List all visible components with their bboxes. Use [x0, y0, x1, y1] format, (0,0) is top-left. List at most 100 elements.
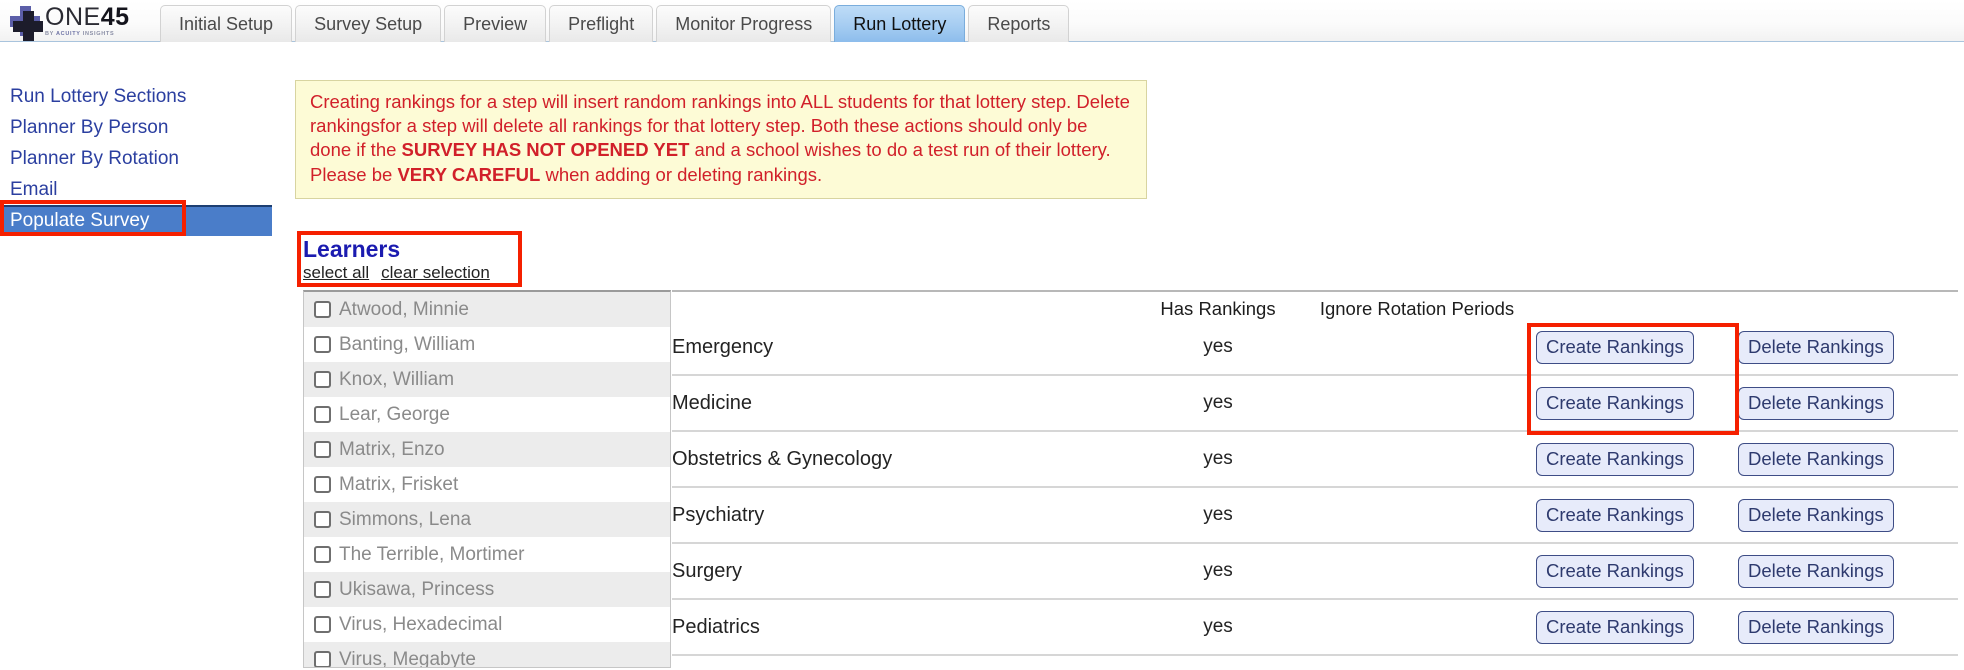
sidebar-item-planner-by-person[interactable]: Planner By Person [0, 112, 272, 143]
learner-row[interactable]: Virus, Hexadecimal [304, 607, 670, 642]
rotation-row: Obstetrics & Gynecology yes Create Ranking… [672, 432, 1958, 488]
rotation-name: Pediatrics [672, 615, 760, 638]
tagline-mid: ACUITY [55, 30, 83, 37]
rotation-name: Psychiatry [672, 503, 765, 526]
sidebar-item-populate-survey[interactable]: Populate Survey [0, 205, 272, 236]
learner-row[interactable]: Simmons, Lena [304, 502, 670, 537]
learner-checkbox[interactable] [314, 581, 331, 598]
rotation-row: Psychiatry yes Create Rankings Delete Ranki… [672, 488, 1958, 544]
one45-logo[interactable]: ONE45 BY ACUITY INSIGHTS [8, 2, 158, 41]
create-rankings-button[interactable]: Create Rankings [1536, 386, 1694, 420]
create-rankings-cell: Create Rankings [1536, 554, 1738, 588]
tagline-prefix: BY [45, 30, 56, 37]
create-rankings-button[interactable]: Create Rankings [1536, 498, 1694, 532]
logo-word-bold: 45 [100, 2, 130, 31]
learner-row[interactable]: Lear, George [304, 397, 670, 432]
create-rankings-button[interactable]: Create Rankings [1536, 442, 1694, 476]
learner-row[interactable]: Banting, William [304, 327, 670, 362]
cross-logo-icon [8, 4, 43, 41]
learner-name: Knox, William [339, 368, 455, 390]
warning-banner: Creating rankings for a step will insert… [295, 80, 1147, 199]
tab-run-lottery[interactable]: Run Lottery [834, 5, 966, 42]
learner-checkbox[interactable] [314, 651, 331, 667]
learner-checkbox[interactable] [314, 301, 331, 318]
learners-panel: Learners select all clear selection Atwoo… [303, 236, 673, 668]
delete-rankings-button[interactable]: Delete Rankings [1738, 386, 1894, 420]
warning-text-part-3: when adding or deleting rankings. [540, 163, 823, 185]
rotations-table-header: Has Rankings Ignore Rotation Periods [672, 290, 1958, 320]
rotation-name: Obstetrics & Gynecology [672, 447, 893, 470]
sidebar-item-email[interactable]: Email [0, 174, 272, 205]
delete-rankings-cell: Delete Rankings [1738, 554, 1948, 588]
learner-row[interactable]: Ukisawa, Princess [304, 572, 670, 607]
delete-rankings-button[interactable]: Delete Rankings [1738, 442, 1894, 476]
create-rankings-cell: Create Rankings [1536, 442, 1738, 476]
rotation-has-rankings: yes [1203, 504, 1233, 525]
learner-name: Banting, William [339, 333, 476, 355]
tab-preflight[interactable]: Preflight [549, 5, 654, 42]
logo-word-light: ONE [45, 2, 101, 31]
rotation-has-rankings: yes [1203, 448, 1233, 469]
warning-emphasis-survey-not-opened: SURVEY HAS NOT OPENED YET [401, 139, 690, 161]
learner-row[interactable]: Virus, Megabyte [304, 642, 670, 668]
learner-checkbox[interactable] [314, 546, 331, 563]
tab-monitor-progress[interactable]: Monitor Progress [656, 5, 832, 42]
clear-selection-link[interactable]: clear selection [381, 263, 490, 282]
tab-survey-setup[interactable]: Survey Setup [295, 5, 442, 42]
learner-checkbox[interactable] [314, 476, 331, 493]
delete-rankings-button[interactable]: Delete Rankings [1738, 498, 1894, 532]
learner-checkbox[interactable] [314, 406, 331, 423]
learner-name: Matrix, Frisket [339, 473, 459, 495]
tab-reports[interactable]: Reports [968, 5, 1070, 42]
learner-row[interactable]: The Terrible, Mortimer [304, 537, 670, 572]
rotation-name: Surgery [672, 559, 743, 582]
create-rankings-button[interactable]: Create Rankings [1536, 330, 1694, 364]
learner-checkbox[interactable] [314, 616, 331, 633]
create-rankings-cell: Create Rankings [1536, 610, 1738, 644]
select-all-link[interactable]: select all [303, 263, 369, 282]
learner-row[interactable]: Matrix, Enzo [304, 432, 670, 467]
learner-checkbox[interactable] [314, 441, 331, 458]
sidebar-item-planner-by-rotation[interactable]: Planner By Rotation [0, 143, 272, 174]
tab-preview[interactable]: Preview [444, 5, 547, 42]
main-tab-bar: Initial Setup Survey Setup Preview Prefligh… [160, 3, 1070, 42]
learner-row[interactable]: Matrix, Frisket [304, 467, 670, 502]
rotation-row: Pediatrics yes Create Rankings Delete Ranki… [672, 600, 1958, 656]
learner-checkbox[interactable] [314, 511, 331, 528]
delete-rankings-button[interactable]: Delete Rankings [1738, 554, 1894, 588]
sidebar-item-run-lottery-sections[interactable]: Run Lottery Sections [0, 81, 272, 112]
delete-rankings-button[interactable]: Delete Rankings [1738, 610, 1894, 644]
sidebar-nav: Run Lottery Sections Planner By Person Pla… [0, 43, 272, 236]
rotation-name: Emergency [672, 335, 774, 358]
delete-rankings-cell: Delete Rankings [1738, 610, 1948, 644]
logo-tagline: BY ACUITY INSIGHTS [45, 30, 130, 38]
delete-rankings-cell: Delete Rankings [1738, 330, 1948, 364]
learner-row[interactable]: Knox, William [304, 362, 670, 397]
create-rankings-button[interactable]: Create Rankings [1536, 554, 1694, 588]
tab-initial-setup[interactable]: Initial Setup [160, 5, 293, 42]
learner-checkbox[interactable] [314, 336, 331, 353]
learner-name: Virus, Megabyte [339, 648, 476, 668]
learner-name: Atwood, Minnie [339, 298, 469, 320]
rotation-row: Medicine yes Create Rankings Delete Ranking… [672, 376, 1958, 432]
learner-name: Simmons, Lena [339, 508, 472, 530]
rotation-has-rankings: yes [1203, 616, 1233, 637]
learners-actions: select all clear selection [303, 263, 673, 283]
delete-rankings-button[interactable]: Delete Rankings [1738, 330, 1894, 364]
header-has-rankings: Has Rankings [1160, 298, 1276, 319]
learner-name: Ukisawa, Princess [339, 578, 495, 600]
learner-checkbox[interactable] [314, 371, 331, 388]
rotation-row: Surgery yes Create Rankings Delete Rankings [672, 544, 1958, 600]
top-bar: ONE45 BY ACUITY INSIGHTS Initial Setup Su… [0, 0, 1964, 42]
header-ignore-rotation-periods: Ignore Rotation Periods [1319, 298, 1515, 319]
learner-name: The Terrible, Mortimer [339, 543, 525, 565]
create-rankings-button[interactable]: Create Rankings [1536, 610, 1694, 644]
learners-heading: Learners [303, 236, 401, 262]
delete-rankings-cell: Delete Rankings [1738, 498, 1948, 532]
learner-row[interactable]: Atwood, Minnie [304, 292, 670, 327]
learners-list[interactable]: Atwood, Minnie Banting, William Knox, Will… [303, 290, 671, 668]
rotation-has-rankings: yes [1203, 392, 1233, 413]
warning-emphasis-very-careful: VERY CAREFUL [397, 163, 541, 185]
learner-name: Matrix, Enzo [339, 438, 445, 460]
rotation-row: Emergency yes Create Rankings Delete Rankin… [672, 320, 1958, 376]
